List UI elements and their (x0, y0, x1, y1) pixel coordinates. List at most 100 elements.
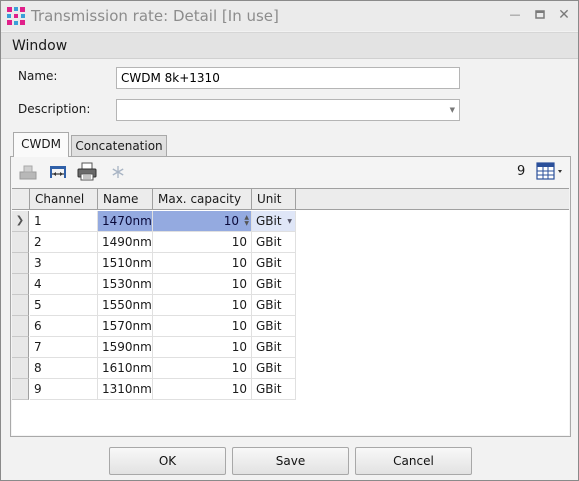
cell-unit-value: GBit (256, 277, 282, 291)
cell-channel[interactable]: 5 (30, 295, 98, 316)
cancel-button[interactable]: Cancel (355, 447, 472, 475)
cell-channel[interactable]: 1 (30, 211, 98, 232)
description-label: Description: (18, 102, 91, 116)
cell-unit-value: GBit (256, 319, 282, 333)
cell-max-capacity-value: 10 (231, 340, 247, 354)
table-row[interactable]: 8 1610nm 10 GBit (12, 358, 296, 379)
column-header-channel[interactable]: Channel (30, 189, 98, 210)
window-title: Transmission rate: Detail [In use] (31, 7, 279, 25)
tab-cwdm[interactable]: CWDM (13, 132, 69, 157)
cell-max-capacity[interactable]: 10 (153, 358, 252, 379)
chevron-down-icon[interactable]: ▼ (450, 106, 455, 114)
close-icon[interactable]: ✕ (556, 7, 572, 23)
cell-channel[interactable]: 2 (30, 232, 98, 253)
row-indicator[interactable] (12, 379, 29, 400)
cell-name[interactable]: 1310nm (98, 379, 153, 400)
chevron-down-icon[interactable]: ▼ (287, 218, 292, 225)
cell-unit-value: GBit (256, 235, 282, 249)
print-icon[interactable] (76, 162, 98, 182)
measure-icon[interactable] (47, 162, 69, 182)
cell-name[interactable]: 1490nm (98, 232, 153, 253)
table-row[interactable]: 5 1550nm 10 GBit (12, 295, 296, 316)
tab-panel-cwdm: 9 Channel Name Max. capacity Unit ❯ 1 14… (10, 156, 571, 437)
cell-max-capacity-value: 10 (231, 298, 247, 312)
table-row[interactable]: 4 1530nm 10 GBit (12, 274, 296, 295)
cell-name[interactable]: 1590nm (98, 337, 153, 358)
cell-unit-value: GBit (256, 214, 282, 228)
cell-unit-value: GBit (256, 382, 282, 396)
cell-unit-value: GBit (256, 361, 282, 375)
grid-layout-button[interactable] (535, 161, 565, 183)
row-indicator[interactable] (12, 337, 29, 358)
detail-window: Transmission rate: Detail [In use] — ✕ W… (0, 0, 579, 481)
column-header-max-capacity[interactable]: Max. capacity (153, 189, 252, 210)
cell-unit[interactable]: GBit ▼ (252, 211, 296, 232)
ok-button[interactable]: OK (109, 447, 226, 475)
app-logo-icon (7, 7, 25, 25)
cell-unit[interactable]: GBit (252, 379, 296, 400)
column-header-unit[interactable]: Unit (252, 189, 296, 210)
table-row[interactable]: ❯ 1 1470nm 10 ▲ ▼ GBit ▼ (12, 211, 296, 232)
cell-name[interactable]: 1510nm (98, 253, 153, 274)
header-indicator (12, 189, 30, 210)
save-button[interactable]: Save (232, 447, 349, 475)
cell-unit[interactable]: GBit (252, 253, 296, 274)
cell-channel[interactable]: 8 (30, 358, 98, 379)
cell-max-capacity[interactable]: 10 (153, 379, 252, 400)
cell-unit[interactable]: GBit (252, 232, 296, 253)
cell-max-capacity[interactable]: 10 (153, 232, 252, 253)
cell-unit[interactable]: GBit (252, 295, 296, 316)
table-row[interactable]: 9 1310nm 10 GBit (12, 379, 296, 400)
maximize-icon[interactable] (532, 7, 548, 23)
cell-max-capacity[interactable]: 10 (153, 274, 252, 295)
cell-name[interactable]: 1550nm (98, 295, 153, 316)
cell-max-capacity[interactable]: 10 (153, 295, 252, 316)
row-indicator[interactable] (12, 232, 29, 253)
cell-channel[interactable]: 4 (30, 274, 98, 295)
cell-unit[interactable]: GBit (252, 274, 296, 295)
freeze-icon[interactable] (107, 162, 129, 182)
column-header-name[interactable]: Name (98, 189, 153, 210)
cell-unit[interactable]: GBit (252, 358, 296, 379)
grid-header: Channel Name Max. capacity Unit (12, 189, 569, 210)
table-row[interactable]: 3 1510nm 10 GBit (12, 253, 296, 274)
cell-max-capacity[interactable]: 10 (153, 337, 252, 358)
section-header[interactable]: Window (1, 32, 578, 59)
row-indicator[interactable] (12, 253, 29, 274)
cell-channel[interactable]: 3 (30, 253, 98, 274)
cell-max-capacity-value: 10 (223, 214, 239, 228)
cell-max-capacity[interactable]: 10 (153, 316, 252, 337)
cell-name[interactable]: 1610nm (98, 358, 153, 379)
row-indicator[interactable] (12, 295, 29, 316)
cell-channel[interactable]: 6 (30, 316, 98, 337)
cell-unit-value: GBit (256, 298, 282, 312)
add-channel-icon[interactable] (17, 162, 39, 182)
table-row[interactable]: 2 1490nm 10 GBit (12, 232, 296, 253)
cell-max-capacity-value: 10 (231, 235, 247, 249)
row-indicator[interactable] (12, 358, 29, 379)
row-indicator[interactable] (12, 316, 29, 337)
row-indicator[interactable] (12, 274, 29, 295)
minimize-icon[interactable]: — (507, 7, 523, 23)
tab-concatenation[interactable]: Concatenation (71, 135, 167, 157)
cell-max-capacity[interactable]: 10 ▲ ▼ (153, 211, 252, 232)
name-field[interactable]: CWDM 8k+1310 (116, 67, 460, 89)
cell-unit[interactable]: GBit (252, 337, 296, 358)
tab-concatenation-label: Concatenation (75, 139, 163, 153)
table-row[interactable]: 6 1570nm 10 GBit (12, 316, 296, 337)
cell-max-capacity[interactable]: 10 (153, 253, 252, 274)
table-row[interactable]: 7 1590nm 10 GBit (12, 337, 296, 358)
cell-channel[interactable]: 9 (30, 379, 98, 400)
description-field[interactable]: ▼ (116, 99, 460, 121)
spinner-icon[interactable]: ▲ ▼ (244, 215, 249, 227)
grid-layout-icon (536, 162, 562, 180)
cell-max-capacity-value: 10 (231, 319, 247, 333)
cell-channel[interactable]: 7 (30, 337, 98, 358)
title-bar[interactable]: Transmission rate: Detail [In use] — ✕ (1, 1, 578, 31)
cell-name[interactable]: 1530nm (98, 274, 153, 295)
cell-name[interactable]: 1470nm (98, 211, 153, 232)
cell-max-capacity-value: 10 (231, 277, 247, 291)
cell-name[interactable]: 1570nm (98, 316, 153, 337)
cell-unit[interactable]: GBit (252, 316, 296, 337)
row-indicator[interactable]: ❯ (12, 211, 29, 232)
